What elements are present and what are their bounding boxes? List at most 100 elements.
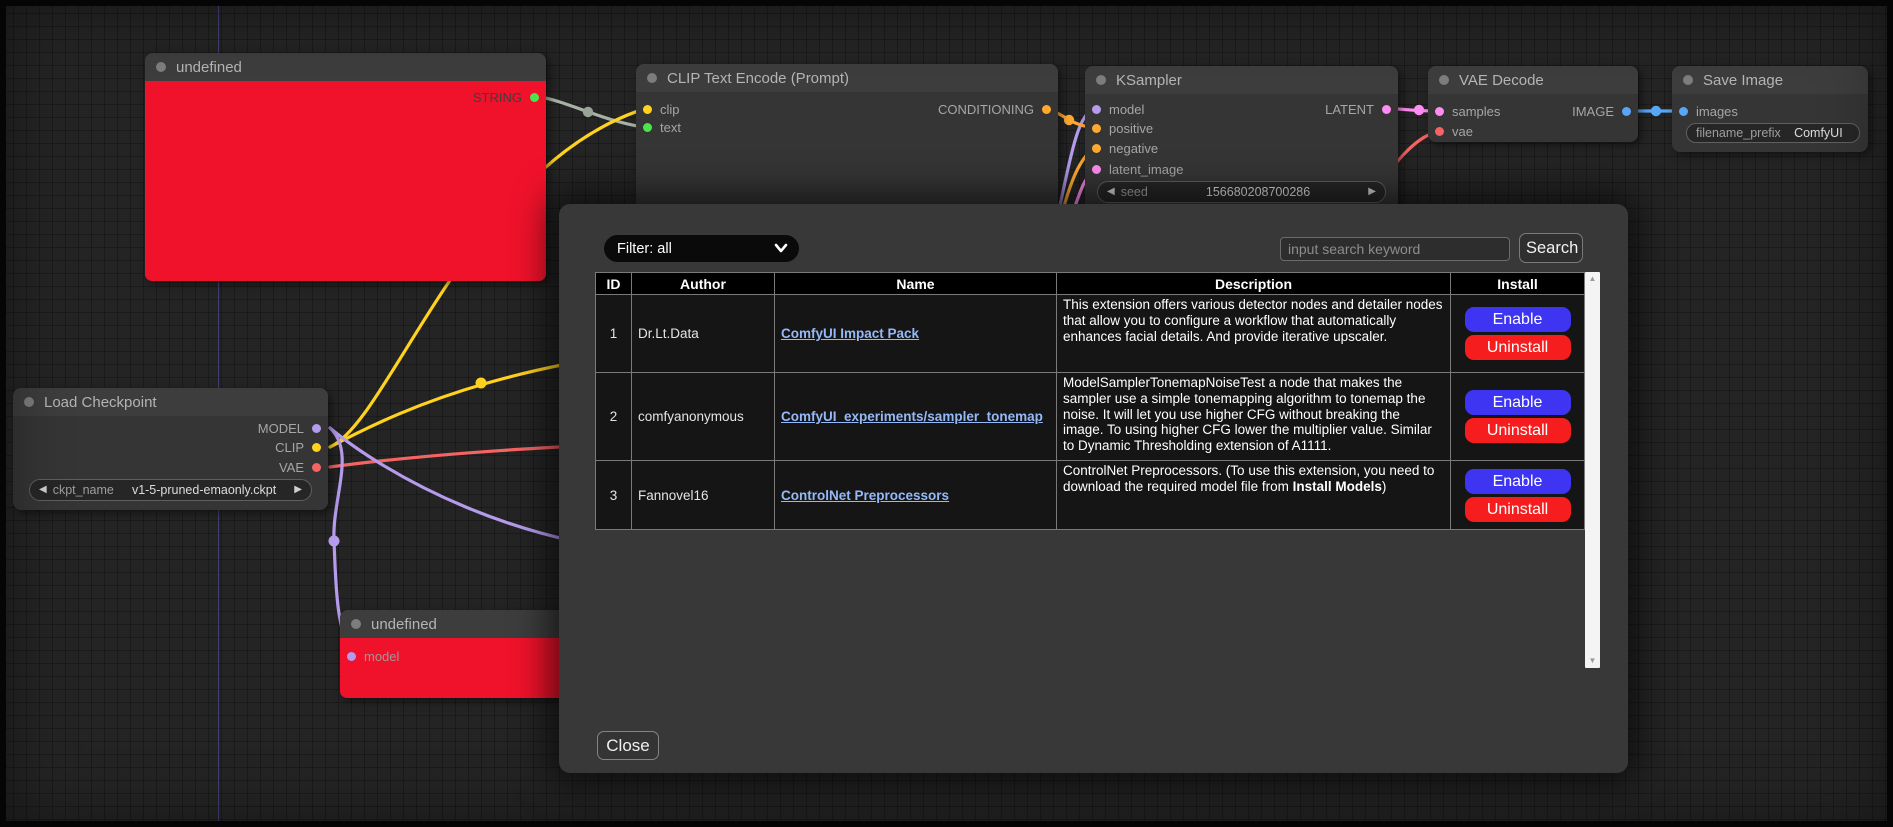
ckpt-name-widget[interactable]: ◀ ckpt_name v1-5-pruned-emaonly.ckpt ▶ [29,479,312,501]
input-slot-text[interactable]: text [643,118,681,136]
input-slot-clip[interactable]: clip [643,100,680,118]
node-title-bar[interactable]: CLIP Text Encode (Prompt) [636,64,1058,92]
collapse-dot-icon[interactable] [1683,75,1693,85]
filter-select[interactable]: Filter: all [604,235,799,262]
enable-button[interactable]: Enable [1465,469,1571,494]
link-dot-image [1651,106,1661,116]
table-scrollbar[interactable]: ▲ ▼ [1585,272,1600,668]
node-title: Load Checkpoint [44,394,157,411]
enable-button[interactable]: Enable [1465,390,1571,415]
node-title-bar[interactable]: Save Image [1672,66,1868,94]
node-title: KSampler [1116,72,1182,89]
input-slot-samples[interactable]: samples [1435,102,1500,120]
extensions-table: IDAuthorNameDescriptionInstall 1Dr.Lt.Da… [595,272,1585,530]
cell-id: 3 [596,461,632,530]
scroll-down-icon[interactable]: ▼ [1585,654,1600,668]
conditioning-port-icon[interactable] [1092,144,1101,153]
table-row: 3Fannovel16ControlNet PreprocessorsContr… [596,461,1585,530]
node-title: VAE Decode [1459,72,1544,89]
link-dot-latent [1414,105,1424,115]
input-slot-vae[interactable]: vae [1435,122,1473,140]
decrement-arrow-icon[interactable]: ◀ [1107,187,1115,197]
node-load-checkpoint[interactable]: Load Checkpoint MODEL CLIP VAE ◀ ckpt_na… [13,388,328,510]
node-title-bar[interactable]: VAE Decode [1428,66,1638,94]
output-slot-latent[interactable]: LATENT [1325,100,1391,118]
cell-name: ComfyUI Impact Pack [775,295,1057,373]
error-node-body [145,81,546,281]
search-button[interactable]: Search [1519,233,1583,263]
collapse-dot-icon[interactable] [1439,75,1449,85]
clip-port-icon[interactable] [643,105,652,114]
model-port-icon[interactable] [1092,105,1101,114]
conditioning-port-icon[interactable] [1092,124,1101,133]
input-slot-model[interactable]: model [347,647,399,665]
cell-name: ComfyUI_experiments/sampler_tonemap [775,373,1057,461]
collapse-dot-icon[interactable] [351,619,361,629]
image-port-icon[interactable] [1622,107,1631,116]
collapse-dot-icon[interactable] [1096,75,1106,85]
decrement-arrow-icon[interactable]: ◀ [39,485,47,495]
latent-port-icon[interactable] [1092,165,1101,174]
input-slot-negative[interactable]: negative [1092,139,1158,157]
collapse-dot-icon[interactable] [24,397,34,407]
clip-port-icon[interactable] [312,443,321,452]
string-port-icon[interactable] [530,93,539,102]
enable-button[interactable]: Enable [1465,307,1571,332]
increment-arrow-icon[interactable]: ▶ [294,485,302,495]
cell-install: Enable Uninstall [1451,295,1585,373]
collapse-dot-icon[interactable] [156,62,166,72]
conditioning-port-icon[interactable] [1042,105,1051,114]
node-title-bar[interactable]: KSampler [1085,66,1398,94]
uninstall-button[interactable]: Uninstall [1465,497,1571,522]
reroute-dot-model [329,536,340,547]
input-slot-images[interactable]: images [1679,102,1738,120]
comfyui-canvas[interactable]: undefined STRING CLIP Text Encode (Promp… [0,0,1893,827]
model-port-icon[interactable] [347,652,356,661]
output-slot-vae[interactable]: VAE [279,458,321,476]
latent-port-icon[interactable] [1382,105,1391,114]
table-header-row: IDAuthorNameDescriptionInstall [596,273,1585,295]
filename-prefix-widget[interactable]: filename_prefix ComfyUI [1686,123,1860,143]
output-slot-string[interactable]: STRING [473,88,539,106]
node-title-bar[interactable]: undefined [145,53,546,81]
model-port-icon[interactable] [312,424,321,433]
node-undefined-top[interactable]: undefined STRING [145,53,546,281]
reroute-dot-clip [476,378,487,389]
latent-port-icon[interactable] [1435,107,1444,116]
node-title: CLIP Text Encode (Prompt) [667,70,849,87]
column-header: Description [1057,273,1451,295]
seed-widget[interactable]: ◀ seed 156680208700286 ▶ [1097,181,1386,203]
node-title: undefined [371,616,437,633]
vae-port-icon[interactable] [312,463,321,472]
column-header: Install [1451,273,1585,295]
output-slot-image[interactable]: IMAGE [1572,102,1631,120]
output-slot-conditioning[interactable]: CONDITIONING [938,100,1051,118]
column-header: ID [596,273,632,295]
node-title-bar[interactable]: Load Checkpoint [13,388,328,416]
uninstall-button[interactable]: Uninstall [1465,335,1571,360]
extension-link[interactable]: ComfyUI_experiments/sampler_tonemap [781,409,1043,424]
output-slot-clip[interactable]: CLIP [275,438,321,456]
node-title: undefined [176,59,242,76]
input-slot-positive[interactable]: positive [1092,119,1153,137]
uninstall-button[interactable]: Uninstall [1465,418,1571,443]
node-save-image[interactable]: Save Image images filename_prefix ComfyU… [1672,66,1868,152]
collapse-dot-icon[interactable] [647,73,657,83]
string-port-icon[interactable] [643,123,652,132]
extension-link[interactable]: ControlNet Preprocessors [781,488,949,503]
increment-arrow-icon[interactable]: ▶ [1368,187,1376,197]
close-button[interactable]: Close [597,731,659,760]
search-input[interactable] [1280,237,1510,261]
table-row: 1Dr.Lt.DataComfyUI Impact PackThis exten… [596,295,1585,373]
extension-link[interactable]: ComfyUI Impact Pack [781,326,919,341]
input-slot-latent-image[interactable]: latent_image [1092,160,1183,178]
cell-author: comfyanonymous [632,373,775,461]
input-slot-model[interactable]: model [1092,100,1144,118]
vae-port-icon[interactable] [1435,127,1444,136]
scroll-up-icon[interactable]: ▲ [1585,272,1600,286]
node-vae-decode[interactable]: VAE Decode samples vae IMAGE [1428,66,1638,142]
extensions-table-body: 1Dr.Lt.DataComfyUI Impact PackThis exten… [596,295,1585,530]
reroute-dot-cond [1064,115,1074,125]
output-slot-model[interactable]: MODEL [258,419,321,437]
image-port-icon[interactable] [1679,107,1688,116]
